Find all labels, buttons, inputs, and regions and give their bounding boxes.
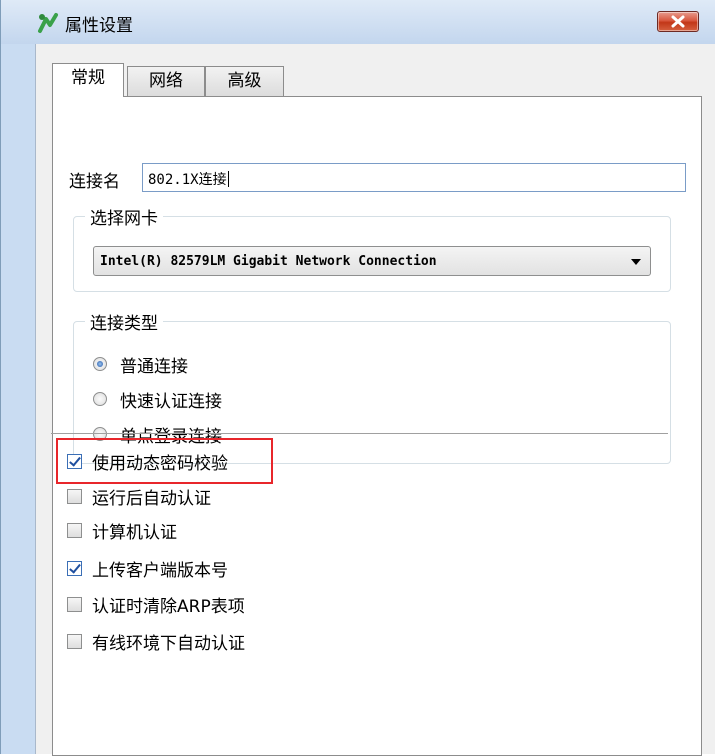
radio-fast-auth-connection[interactable]: 快速认证连接 (93, 387, 222, 412)
title-bar[interactable]: 属性设置 (1, 0, 715, 44)
checkbox-upload-client-version[interactable]: 上传客户端版本号 (67, 556, 228, 581)
checkbox-label: 运行后自动认证 (92, 488, 211, 509)
properties-dialog: 属性设置 常规 网络 高级 连接名 802.1X连接 选择网卡 Intel(R)… (0, 0, 715, 756)
tab-label: 网络 (149, 71, 183, 91)
tab-label: 常规 (71, 68, 105, 88)
checkbox-icon[interactable] (67, 522, 82, 538)
radio-selected-icon[interactable] (93, 357, 107, 371)
nic-group: 选择网卡 Intel(R) 82579LM Gigabit Network Co… (73, 204, 671, 292)
tab-label: 高级 (227, 71, 262, 91)
checkbox-checked-icon[interactable] (67, 560, 82, 576)
radio-normal-connection[interactable]: 普通连接 (93, 352, 188, 377)
connection-name-input[interactable]: 802.1X连接 (142, 163, 686, 192)
checkbox-wired-auto-auth[interactable]: 有线环境下自动认证 (67, 629, 245, 654)
nic-group-label: 选择网卡 (85, 204, 163, 229)
close-icon (671, 15, 685, 28)
dropdown-arrow-icon[interactable] (631, 259, 641, 265)
radio-label: 普通连接 (120, 356, 188, 377)
checkbox-icon[interactable] (67, 596, 82, 612)
close-button[interactable] (657, 11, 699, 32)
highlight-box (56, 438, 273, 484)
checkbox-label: 计算机认证 (92, 522, 177, 543)
tab-general[interactable]: 常规 (52, 63, 124, 97)
checkbox-icon[interactable] (67, 488, 82, 504)
connection-name-value: 802.1X连接 (148, 172, 227, 188)
nic-selected-value: Intel(R) 82579LM Gigabit Network Connect… (100, 254, 437, 269)
general-tab-panel: 连接名 802.1X连接 选择网卡 Intel(R) 82579LM Gigab… (52, 96, 702, 756)
window-title: 属性设置 (65, 16, 133, 36)
connection-type-label: 连接类型 (85, 309, 163, 334)
checkbox-computer-auth[interactable]: 计算机认证 (67, 518, 177, 543)
radio-label: 快速认证连接 (120, 391, 222, 412)
checkbox-auto-auth-after-run[interactable]: 运行后自动认证 (67, 484, 211, 509)
checkbox-label: 认证时清除ARP表项 (92, 596, 245, 617)
radio-icon[interactable] (93, 392, 107, 406)
connection-name-label: 连接名 (69, 172, 120, 192)
app-logo-icon (38, 13, 58, 33)
checkbox-clear-arp[interactable]: 认证时清除ARP表项 (67, 592, 245, 617)
checkbox-label: 有线环境下自动认证 (92, 633, 245, 654)
checkbox-icon[interactable] (67, 633, 82, 649)
text-caret (227, 171, 229, 187)
tab-advanced[interactable]: 高级 (205, 66, 284, 96)
divider (51, 433, 668, 434)
checkbox-label: 上传客户端版本号 (92, 560, 228, 581)
nic-select[interactable]: Intel(R) 82579LM Gigabit Network Connect… (93, 246, 651, 276)
tab-network[interactable]: 网络 (127, 66, 205, 96)
